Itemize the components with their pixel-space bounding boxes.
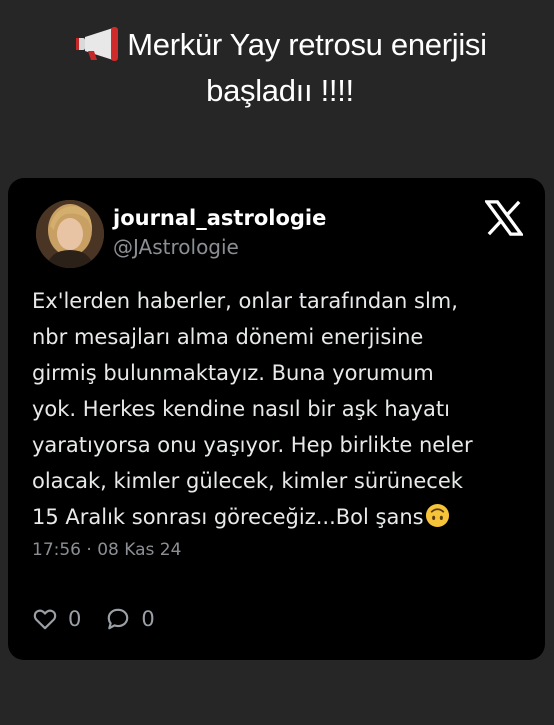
- headline-text-1: Merkür Yay retrosu enerjisi: [127, 27, 487, 62]
- tweet-text-line: olacak, kimler gülecek, kimler sürünecek: [32, 469, 463, 493]
- tweet-timestamp[interactable]: 17:56 · 08 Kas 24: [32, 540, 181, 560]
- tweet-text-last-line: 15 Aralık sonrası göreceğiz...Bol şans: [32, 499, 532, 535]
- x-logo-icon[interactable]: [485, 200, 523, 236]
- avatar-photo: [36, 200, 104, 268]
- story-headline: Merkür Yay retrosu enerjisi başladıı !!!…: [40, 22, 520, 114]
- megaphone-icon: [76, 27, 119, 61]
- tweet-text: Ex'lerden haberler, onlar tarafından slm…: [32, 283, 532, 535]
- reply-bubble-icon: [108, 608, 129, 630]
- tweet-text-line: yaratıyorsa onu yaşıyor. Hep birlikte ne…: [32, 433, 473, 457]
- user-handle[interactable]: @JAstrologie: [113, 235, 239, 259]
- tweet-text-line: nbr mesajları alma dönemi enerjisine: [32, 325, 424, 349]
- like-button[interactable]: 0: [32, 606, 81, 632]
- reply-count: 0: [141, 607, 155, 631]
- headline-line-2: başladıı !!!!: [206, 73, 354, 108]
- tweet-text-line: yok. Herkes kendine nasıl bir aşk hayatı: [32, 397, 450, 421]
- headline-line-1: Merkür Yay retrosu enerjisi: [40, 22, 520, 68]
- heart-icon: [33, 609, 57, 630]
- tweet-actions: 0 0: [32, 606, 179, 632]
- upside-down-face-emoji: [425, 503, 449, 528]
- display-name[interactable]: journal_astrologie: [113, 206, 326, 230]
- tweet-text-line: Ex'lerden haberler, onlar tarafından slm…: [32, 289, 458, 313]
- tweet-card: journal_astrologie @JAstrologie Ex'lerde…: [8, 178, 545, 660]
- tweet-text-line: 15 Aralık sonrası göreceğiz...Bol şans: [32, 505, 424, 529]
- like-count: 0: [68, 607, 82, 631]
- reply-button[interactable]: 0: [105, 606, 155, 632]
- avatar[interactable]: [36, 200, 104, 268]
- tweet-text-line: girmiş bulunmaktayız. Buna yorumum: [32, 361, 434, 385]
